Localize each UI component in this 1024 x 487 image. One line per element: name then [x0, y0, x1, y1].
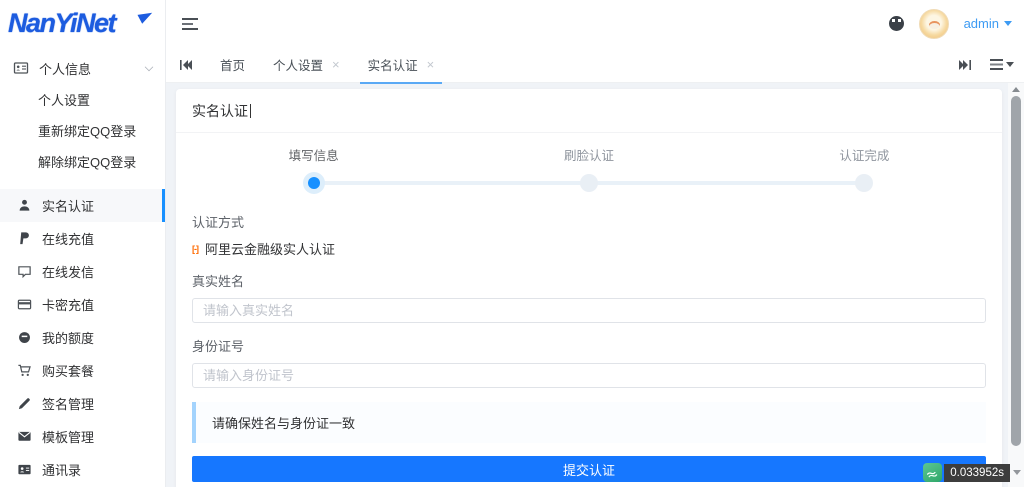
sidebar-menu: 个人信息 个人设置 重新绑定QQ登录 解除绑定QQ登录 实名认证 在线充值 在线…: [0, 47, 165, 486]
tabbar: 首页 个人设置 × 实名认证 ×: [166, 47, 1024, 84]
step-dot-active: [307, 177, 320, 189]
tab-realname-auth[interactable]: 实名认证 ×: [354, 47, 449, 84]
sidebar-item-label: 购买套餐: [42, 364, 95, 379]
page-title: 实名认证: [192, 103, 248, 119]
envelope-icon: [16, 429, 32, 445]
sidebar-submenu: 个人设置 重新绑定QQ登录 解除绑定QQ登录: [0, 85, 165, 178]
step-face-auth: 刷脸认证: [451, 145, 727, 199]
sidebar-item-label: 实名认证: [42, 199, 95, 214]
credit-card-icon: [16, 297, 32, 313]
name-label: 真实姓名: [192, 274, 245, 289]
scroll-up-arrow-icon[interactable]: [1012, 87, 1020, 92]
brand-logo[interactable]: NanYiNet: [0, 0, 165, 47]
alibaba-cloud-icon: [-]: [192, 243, 199, 254]
method-value: 阿里云金融级实人认证: [205, 242, 336, 257]
step-complete: 认证完成: [726, 145, 1002, 199]
submit-auth-button[interactable]: 提交认证: [192, 456, 986, 482]
method-row: [-] 阿里云金融级实人认证: [192, 239, 986, 258]
auth-form: 认证方式 [-] 阿里云金融级实人认证 真实姓名 身份证号 请确保姓名与身份证一…: [176, 212, 1002, 487]
step-fill-info: 填写信息: [176, 145, 452, 199]
sidebar-item-online-recharge[interactable]: 在线充值: [0, 222, 165, 255]
sidebar-item-label: 我的额度: [42, 331, 95, 346]
step-label: 填写信息: [288, 149, 339, 163]
chat-icon: [16, 264, 32, 280]
chevron-down-icon: [1006, 62, 1014, 67]
id-card-icon: [13, 60, 29, 76]
realname-auth-card: 实名认证 填写信息 刷脸认证 认证完成 认证方式 [-] 阿里云金融级实人认证: [176, 89, 1002, 487]
sidebar-item-card-recharge[interactable]: 卡密充值: [0, 288, 165, 321]
close-icon[interactable]: ×: [427, 58, 435, 71]
step-dot: [579, 174, 598, 192]
thinkphp-icon[interactable]: [923, 463, 943, 482]
sidebar-subitem-personal-settings[interactable]: 个人设置: [0, 85, 165, 116]
language-icon[interactable]: [888, 16, 904, 31]
pen-icon: [16, 396, 32, 412]
tab-menu-icon[interactable]: [990, 59, 1014, 70]
coin-icon: [16, 330, 32, 346]
sidebar-item-signature-mgmt[interactable]: 签名管理: [0, 387, 165, 420]
step-label: 刷脸认证: [563, 149, 614, 163]
topbar-right: admin: [888, 8, 1024, 39]
brand-logo-text: NanYiNet: [8, 8, 117, 38]
tab-label: 个人设置: [273, 59, 324, 73]
sidebar-item-label: 通讯录: [42, 463, 82, 478]
tab-home[interactable]: 首页: [206, 47, 259, 83]
sidebar-item-label: 签名管理: [42, 397, 95, 412]
trace-widget: 0.033952s: [923, 463, 1021, 482]
sidebar-subitem-rebind-qq[interactable]: 重新绑定QQ登录: [0, 116, 165, 147]
text-cursor: [250, 104, 251, 118]
step-dot: [855, 174, 874, 192]
vertical-scrollbar[interactable]: [1008, 83, 1024, 487]
chevron-down-icon: [144, 62, 154, 71]
tabbar-right: [958, 59, 1024, 71]
paypal-icon: [16, 231, 32, 247]
chevron-down-icon[interactable]: [1013, 470, 1021, 475]
user-menu[interactable]: admin: [964, 16, 1012, 31]
cart-icon: [16, 363, 32, 379]
sidebar-group-personal-info[interactable]: 个人信息: [0, 51, 165, 85]
id-label: 身份证号: [192, 339, 245, 354]
execution-time-badge[interactable]: 0.033952s: [944, 463, 1010, 482]
sidebar-item-label: 在线发信: [42, 265, 95, 280]
consistency-tip: 请确保姓名与身份证一致: [192, 402, 986, 443]
tab-personal-settings[interactable]: 个人设置 ×: [259, 47, 354, 83]
chevron-down-icon: [1004, 21, 1012, 26]
id-number-input[interactable]: [192, 363, 986, 388]
sidebar-subitem-unbind-qq[interactable]: 解除绑定QQ登录: [0, 147, 165, 178]
sidebar-item-buy-package[interactable]: 购买套餐: [0, 354, 165, 387]
hamburger-icon[interactable]: [182, 15, 198, 33]
tab-label: 首页: [220, 59, 246, 73]
content-area: 实名认证 填写信息 刷脸认证 认证完成 认证方式 [-] 阿里云金融级实人认证: [166, 83, 1024, 487]
sidebar-item-realname-auth[interactable]: 实名认证: [0, 189, 165, 222]
sidebar-group-label: 个人信息: [39, 61, 92, 77]
tab-scroll-left-icon[interactable]: [166, 47, 206, 82]
sidebar-item-label: 在线充值: [42, 232, 95, 247]
topbar: admin: [166, 0, 1024, 47]
scrollbar-thumb[interactable]: [1011, 96, 1021, 446]
close-icon[interactable]: ×: [332, 58, 340, 71]
sidebar-item-label: 模板管理: [42, 430, 95, 445]
method-label: 认证方式: [192, 215, 245, 230]
brand-arrow-icon: [137, 8, 155, 24]
avatar[interactable]: [918, 8, 949, 39]
sidebar-item-label: 卡密充值: [42, 298, 95, 313]
card-header: 实名认证: [176, 89, 1002, 133]
sidebar-items: 实名认证 在线充值 在线发信 卡密充值 我的额度 购买套餐 签名管理 模板管理 …: [0, 189, 165, 486]
tab-label: 实名认证: [367, 59, 418, 73]
contacts-icon: [16, 462, 32, 478]
sidebar: NanYiNet 个人信息 个人设置 重新绑定QQ登录 解除绑定QQ登录 实名认…: [0, 0, 166, 487]
sidebar-item-contacts[interactable]: 通讯录: [0, 453, 165, 486]
person-id-icon: [16, 198, 32, 214]
sidebar-item-online-sms[interactable]: 在线发信: [0, 255, 165, 288]
tab-scroll-right-icon[interactable]: [958, 59, 972, 71]
real-name-input[interactable]: [192, 298, 986, 323]
sidebar-item-template-mgmt[interactable]: 模板管理: [0, 420, 165, 453]
step-label: 认证完成: [839, 149, 890, 163]
sidebar-item-my-quota[interactable]: 我的额度: [0, 321, 165, 354]
username-label: admin: [963, 16, 999, 31]
stepper: 填写信息 刷脸认证 认证完成: [176, 133, 1002, 199]
